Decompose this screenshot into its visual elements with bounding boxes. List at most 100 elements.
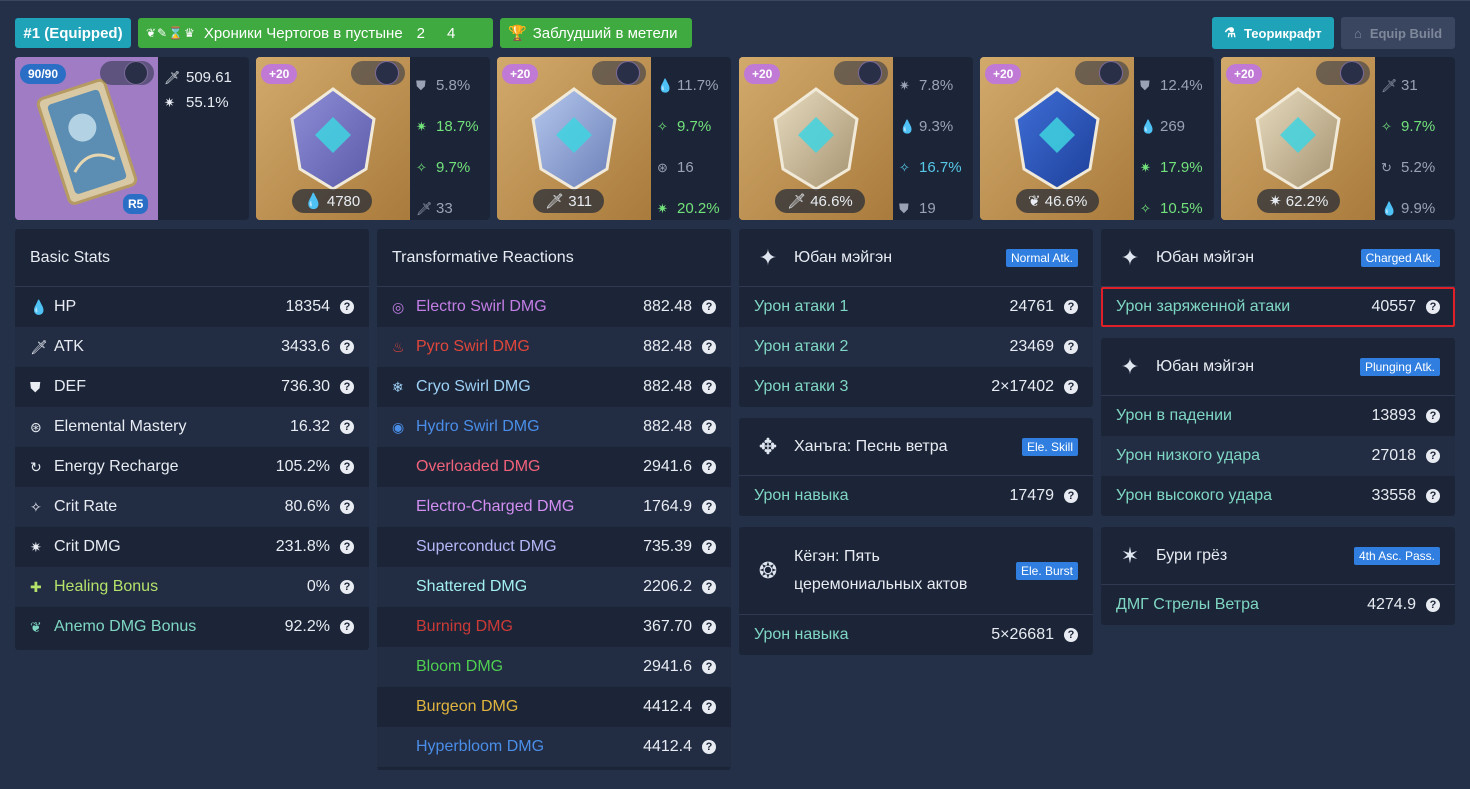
stat-row[interactable]: ✷ Crit DMG 231.8% ?: [15, 527, 369, 567]
talent-row[interactable]: Урон атаки 2 23469 ?: [739, 327, 1093, 367]
help-icon[interactable]: ?: [1426, 489, 1440, 503]
stat-row[interactable]: 🗡 ATK 3433.6 ?: [15, 327, 369, 367]
em-icon: ⊛: [657, 159, 668, 175]
talent-panel: ✦ Юбан мэйгэн Plunging Atk. Урон в паден…: [1101, 338, 1455, 516]
electro-swirl-icon: ◎: [392, 298, 405, 315]
reactions-title: Transformative Reactions: [377, 229, 731, 287]
help-icon[interactable]: ?: [340, 420, 354, 434]
stat-row[interactable]: Burning DMG 367.70 ?: [377, 607, 731, 647]
help-icon[interactable]: ?: [702, 380, 716, 394]
help-icon[interactable]: ?: [702, 700, 716, 714]
talent-row[interactable]: Урон атаки 1 24761 ?: [739, 287, 1093, 327]
help-icon[interactable]: ?: [340, 620, 354, 634]
artifact-substat-value: 17.9%: [1160, 159, 1203, 176]
help-icon[interactable]: ?: [1064, 489, 1078, 503]
artifact-card[interactable]: +20 💧 4780 ⛊ 5.8% ✷ 18.7% ✧ 9.7% 🗡 33: [256, 57, 490, 220]
artifact-card[interactable]: +20 ✷ 62.2% 🗡 31 ✧ 9.7% ↻ 5.2% 💧 9.9%: [1221, 57, 1455, 220]
stat-row[interactable]: Electro-Charged DMG 1764.9 ?: [377, 487, 731, 527]
talent-row[interactable]: Урон заряженной атаки 40557 ?: [1101, 287, 1455, 327]
artifact-card[interactable]: +20 ❦ 46.6% ⛊ 12.4% 💧 269 ✷ 17.9% ✧ 10.5%: [980, 57, 1214, 220]
help-icon[interactable]: ?: [1426, 300, 1440, 314]
stat-row[interactable]: Superconduct DMG 735.39 ?: [377, 527, 731, 567]
hp-icon: 💧: [1381, 200, 1398, 216]
talent-row[interactable]: Урон высокого удара 33558 ?: [1101, 476, 1455, 516]
help-icon[interactable]: ?: [340, 460, 354, 474]
help-icon[interactable]: ?: [702, 340, 716, 354]
stat-label: Burgeon DMG: [416, 698, 519, 715]
stat-row[interactable]: ✧ Crit Rate 80.6% ?: [15, 487, 369, 527]
stat-row[interactable]: Burgeon DMG 4412.4 ?: [377, 687, 731, 727]
stat-row[interactable]: ⊛ Elemental Mastery 16.32 ?: [15, 407, 369, 447]
artifact-substat: 🗡 31: [1381, 65, 1455, 106]
set-name: Хроники Чертогов в пустыне: [203, 24, 403, 42]
talent-row[interactable]: ДМГ Стрелы Ветра 4274.9 ?: [1101, 585, 1455, 625]
theorycraft-button[interactable]: ⚗ Теорикрафт: [1212, 17, 1334, 49]
help-icon[interactable]: ?: [702, 460, 716, 474]
stat-row[interactable]: Shattered DMG 2206.2 ?: [377, 567, 731, 607]
artifact-card[interactable]: +20 🗡 311 💧 11.7% ✧ 9.7% ⊛ 16 ✷ 20.2%: [497, 57, 731, 220]
artifact-card[interactable]: +20 🗡 46.6% ✷ 7.8% 💧 9.3% ✧ 16.7% ⛊ 19: [739, 57, 973, 220]
talent-row[interactable]: Урон навыка 5×26681 ?: [739, 615, 1093, 655]
stat-row[interactable]: ◎ Electro Swirl DMG 882.48 ?: [377, 287, 731, 327]
talent-row[interactable]: Урон в падении 13893 ?: [1101, 396, 1455, 436]
talent-row[interactable]: Урон навыка 17479 ?: [739, 476, 1093, 516]
flask-icon: ⚗: [1224, 25, 1236, 40]
stat-row[interactable]: ❄ Cryo Swirl DMG 882.48 ?: [377, 367, 731, 407]
help-icon[interactable]: ?: [1426, 409, 1440, 423]
stat-row[interactable]: ❦ Anemo DMG Bonus 92.2% ?: [15, 607, 369, 647]
weapon-card[interactable]: 90/90 R5 🗡 509.61 ✷ 55.1%: [15, 57, 249, 220]
help-icon[interactable]: ?: [702, 540, 716, 554]
talent-row[interactable]: Урон низкого удара 27018 ?: [1101, 436, 1455, 476]
help-icon[interactable]: ?: [1064, 340, 1078, 354]
stat-row[interactable]: ◉ Hydro Swirl DMG 882.48 ?: [377, 407, 731, 447]
crit-dmg-icon: ✷: [416, 118, 427, 134]
stat-row[interactable]: 💧 HP 18354 ?: [15, 287, 369, 327]
set-bonus-tag[interactable]: ❦✎⌛♛ Хроники Чертогов в пустыне 2 4: [138, 18, 493, 48]
help-icon[interactable]: ?: [702, 740, 716, 754]
hp-icon: 💧: [899, 118, 916, 134]
stat-row[interactable]: ♨ Pyro Swirl DMG 882.48 ?: [377, 327, 731, 367]
hydro-swirl-icon: ◉: [392, 418, 405, 435]
anemo-icon: ❦: [1028, 193, 1041, 210]
help-icon[interactable]: ?: [1064, 628, 1078, 642]
help-icon[interactable]: ?: [340, 380, 354, 394]
help-icon[interactable]: ?: [340, 580, 354, 594]
help-icon[interactable]: ?: [340, 300, 354, 314]
character-tag[interactable]: 🏆 Заблудший в метели: [500, 18, 692, 48]
stat-row[interactable]: ✚ Healing Bonus 0% ?: [15, 567, 369, 607]
help-icon[interactable]: ?: [702, 300, 716, 314]
help-icon[interactable]: ?: [1426, 598, 1440, 612]
stat-row[interactable]: ⛊ DEF 736.30 ?: [15, 367, 369, 407]
stat-value: 882.48: [643, 418, 692, 435]
talent-type-badge: Charged Atk.: [1360, 248, 1440, 267]
help-icon[interactable]: ?: [1426, 449, 1440, 463]
weapon-substat-value: 55.1%: [186, 94, 229, 111]
artifact-substat-value: 20.2%: [677, 200, 720, 217]
artifact-main-stat: 🗡 311: [533, 189, 605, 213]
stat-value: 105.2%: [275, 458, 330, 475]
help-icon[interactable]: ?: [340, 500, 354, 514]
help-icon[interactable]: ?: [1064, 300, 1078, 314]
help-icon[interactable]: ?: [702, 500, 716, 514]
stat-label: Electro-Charged DMG: [416, 498, 575, 515]
stat-row[interactable]: ↻ Energy Recharge 105.2% ?: [15, 447, 369, 487]
atk-icon: 🗡: [164, 69, 181, 85]
artifact-substat: ⛊ 19: [899, 188, 973, 220]
artifact-substat: 💧 9.3%: [899, 106, 973, 147]
help-icon[interactable]: ?: [340, 340, 354, 354]
help-icon[interactable]: ?: [702, 660, 716, 674]
help-icon[interactable]: ?: [702, 620, 716, 634]
help-icon[interactable]: ?: [702, 580, 716, 594]
help-icon[interactable]: ?: [702, 420, 716, 434]
stat-row[interactable]: Bloom DMG 2941.6 ?: [377, 647, 731, 687]
artifact-substat: ✷ 18.7%: [416, 106, 490, 147]
stat-row[interactable]: Overloaded DMG 2941.6 ?: [377, 447, 731, 487]
stat-row[interactable]: Hyperbloom DMG 4412.4 ?: [377, 727, 731, 767]
artifact-substat: ✧ 16.7%: [899, 147, 973, 188]
help-icon[interactable]: ?: [340, 540, 354, 554]
equipped-tag[interactable]: #1 (Equipped): [15, 18, 131, 48]
help-icon[interactable]: ?: [1064, 380, 1078, 394]
artifact-main-value: 46.6%: [810, 193, 853, 210]
equip-build-button[interactable]: ⌂ Equip Build: [1341, 17, 1455, 49]
talent-row[interactable]: Урон атаки 3 2×17402 ?: [739, 367, 1093, 407]
